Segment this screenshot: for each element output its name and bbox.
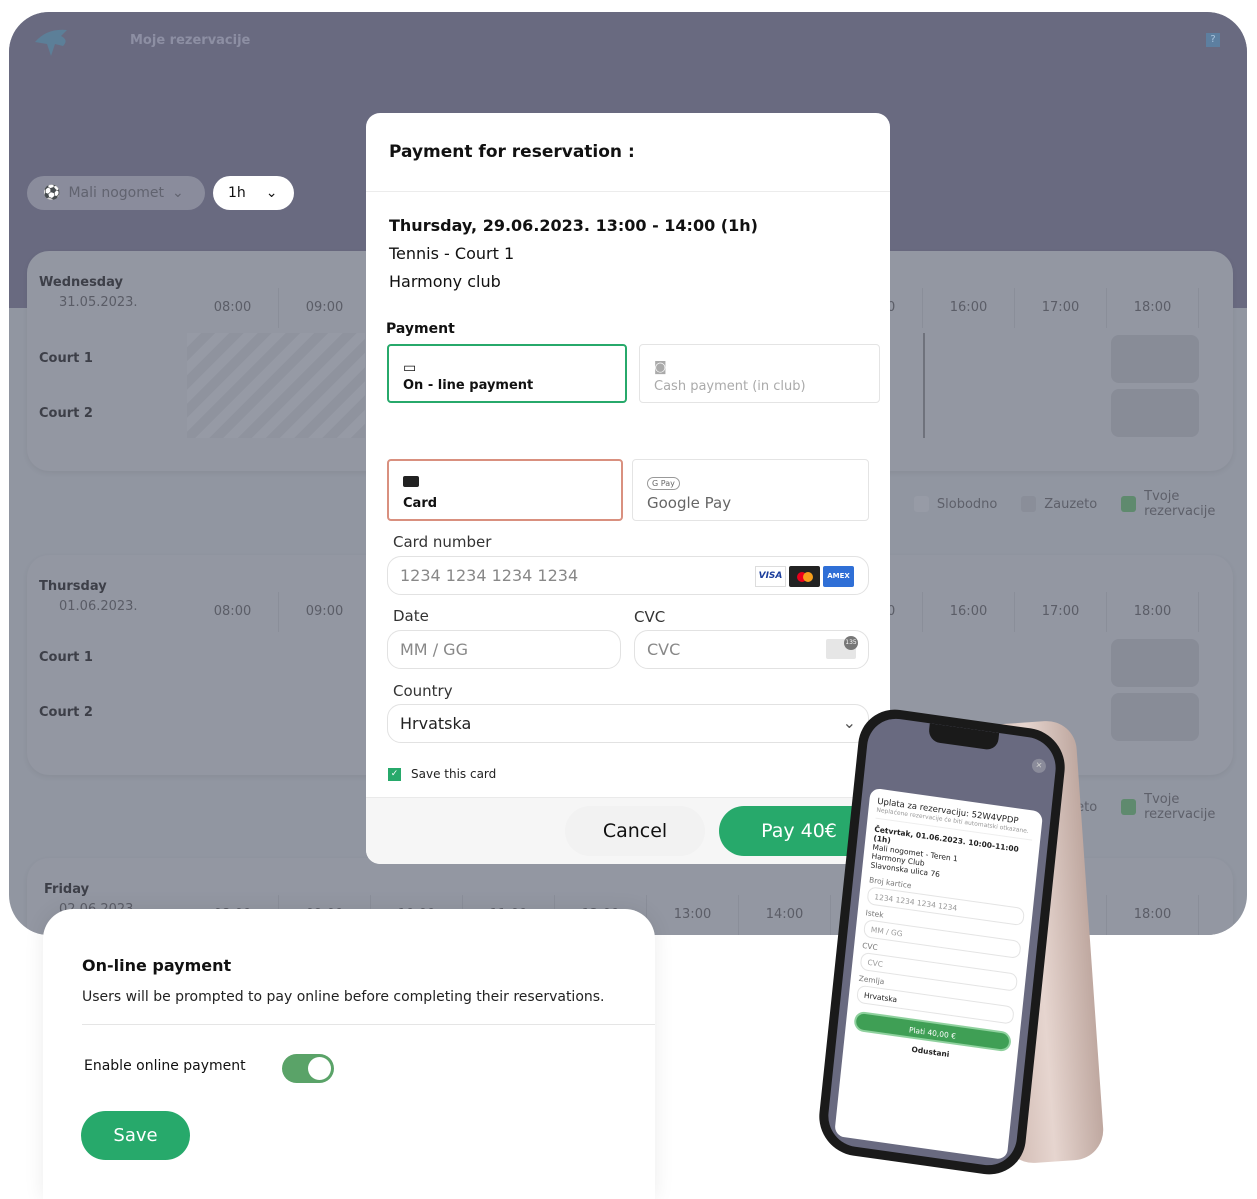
cancel-button[interactable]: Cancel <box>565 806 705 856</box>
card-number-placeholder: 1234 1234 1234 1234 <box>400 566 579 585</box>
day-name: Friday <box>44 882 90 897</box>
booked-slot <box>1111 639 1199 687</box>
ball-icon: ⚽ <box>43 185 61 201</box>
current-time-line <box>923 333 925 438</box>
date-placeholder: MM / GG <box>400 640 468 659</box>
mastercard-icon <box>789 566 820 587</box>
sport-select[interactable]: ⚽ Mali nogomet ⌄ <box>27 176 205 210</box>
amex-icon: AMEX <box>823 566 854 587</box>
cvc-placeholder: CVC <box>647 640 681 659</box>
booked-slot <box>1111 389 1199 437</box>
duration-select[interactable]: 1h ⌄ <box>213 176 294 210</box>
cvc-card-icon: 135 <box>826 636 858 659</box>
cvc-label: CVC <box>634 608 666 626</box>
modal-title: Payment for reservation : <box>389 142 635 162</box>
duration-value: 1h <box>228 185 246 201</box>
country-select[interactable]: Hrvatska ⌄ <box>387 704 869 743</box>
divider <box>366 191 890 192</box>
day-name: Thursday <box>39 579 107 594</box>
toggle-knob <box>308 1057 331 1080</box>
past-slots <box>187 333 365 438</box>
help-icon[interactable]: ? <box>1206 33 1220 47</box>
card-outline-icon: ▭ <box>403 360 417 376</box>
card-number-input[interactable]: 1234 1234 1234 1234 VISA AMEX <box>387 556 869 595</box>
divider <box>82 1024 655 1025</box>
online-payment-settings-card: On-line payment Users will be prompted t… <box>43 909 655 1199</box>
time-column-header: 09:00 <box>279 288 371 328</box>
enable-online-payment-toggle[interactable] <box>282 1054 334 1083</box>
time-column-header: 08:00 <box>187 288 279 328</box>
method-label: Google Pay <box>647 494 732 512</box>
legend-free: Slobodno <box>936 496 998 512</box>
day-name: Wednesday <box>39 275 123 290</box>
court-label: Court 1 <box>39 351 93 366</box>
country-label: Country <box>393 682 453 700</box>
chevron-down-icon: ⌄ <box>171 185 184 201</box>
option-label: On - line payment <box>403 378 534 393</box>
shark-logo-icon <box>35 29 67 56</box>
save-card-label: Save this card <box>411 767 497 781</box>
reservation-datetime: Thursday, 29.06.2023. 13:00 - 14:00 (1h) <box>389 216 758 235</box>
cvc-badge: 135 <box>844 636 858 650</box>
court-label: Court 1 <box>39 650 93 665</box>
method-google-pay[interactable]: G Pay Google Pay <box>632 459 869 521</box>
time-column-header: 14:00 <box>739 895 831 935</box>
time-column-header: 18:00 <box>1107 592 1199 632</box>
legend-mine: Tvoje rezervacije <box>1144 792 1216 822</box>
legend-mine: Tvoje rezervacije <box>1144 489 1216 519</box>
save-button[interactable]: Save <box>81 1111 190 1160</box>
method-label: Card <box>403 496 438 511</box>
time-column-header: 17:00 <box>1015 592 1107 632</box>
visa-icon: VISA <box>755 566 786 587</box>
time-column-header: 18:00 <box>1107 895 1199 935</box>
option-online-payment[interactable]: ▭ On - line payment <box>387 344 627 403</box>
time-column-header: 16:00 <box>923 288 1015 328</box>
date-label: Date <box>393 607 429 625</box>
settings-title: On-line payment <box>82 956 232 975</box>
court-label: Court 2 <box>39 406 93 421</box>
nav-my-reservations[interactable]: Moje rezervacije <box>130 33 250 48</box>
settings-description: Users will be prompted to pay online bef… <box>82 989 605 1005</box>
time-column-header: 13:00 <box>647 895 739 935</box>
reservation-club: Harmony club <box>389 272 501 291</box>
cash-icon: ◙ <box>654 360 667 375</box>
close-icon[interactable]: ✕ <box>1031 757 1047 774</box>
payment-section-label: Payment <box>386 321 455 337</box>
save-card-checkbox[interactable]: ✓ <box>388 768 401 781</box>
expiry-date-input[interactable]: MM / GG <box>387 630 621 669</box>
sport-value: Mali nogomet <box>68 185 164 201</box>
phone-screen: ✕ Uplata za rezervaciju: 52W4VPDP Neplać… <box>825 714 1059 1170</box>
reservation-court: Tennis - Court 1 <box>389 244 515 263</box>
time-column-header: 18:00 <box>1107 288 1199 328</box>
payment-modal: Payment for reservation : Thursday, 29.0… <box>366 113 890 864</box>
google-pay-icon: G Pay <box>647 477 680 490</box>
chevron-down-icon: ⌄ <box>842 713 856 732</box>
cvc-input[interactable]: CVC 135 <box>634 630 869 669</box>
phone-notch <box>927 723 1000 751</box>
legend: Slobodno Zauzeto Tvoje rezervacije <box>914 489 1247 519</box>
chevron-down-icon: ⌄ <box>265 185 278 201</box>
card-icon <box>403 476 419 487</box>
legend-taken: Zauzeto <box>1044 496 1098 512</box>
time-column-header: 08:00 <box>187 592 279 632</box>
card-number-label: Card number <box>393 533 492 551</box>
option-label: Cash payment (in club) <box>654 379 806 394</box>
toggle-label: Enable online payment <box>84 1058 246 1074</box>
booked-slot <box>1111 693 1199 741</box>
option-cash-payment[interactable]: ◙ Cash payment (in club) <box>639 344 880 403</box>
method-card[interactable]: Card <box>387 459 623 521</box>
time-column-header: 09:00 <box>279 592 371 632</box>
time-column-header: 16:00 <box>923 592 1015 632</box>
court-label: Court 2 <box>39 705 93 720</box>
phone-payment-sheet: Uplata za rezervaciju: 52W4VPDP Neplaćen… <box>834 787 1044 1160</box>
country-value: Hrvatska <box>400 714 472 733</box>
day-date: 31.05.2023. <box>59 295 138 310</box>
time-column-header: 17:00 <box>1015 288 1107 328</box>
day-date: 01.06.2023. <box>59 599 138 614</box>
booked-slot <box>1111 335 1199 383</box>
